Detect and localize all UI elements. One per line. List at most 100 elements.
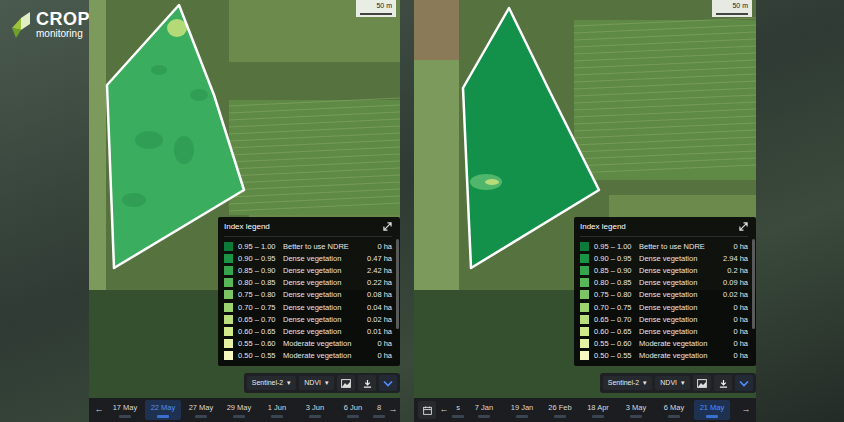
logo-subtitle: monitoring [36,29,90,39]
date-label: 18 Apr [587,402,609,413]
legend-row: 0.60 – 0.65Dense vegetation0.01 ha [224,325,392,337]
date-item[interactable]: 21 May [694,400,730,420]
legend-row: 0.55 – 0.60Moderate vegetation0 ha [224,338,392,350]
satellite-select-label: Sentinel-2 [608,379,640,387]
legend-label: Dense vegetation [283,314,355,325]
date-item[interactable]: 26 Feb [542,400,578,420]
date-label: 3 Jun [306,402,324,413]
logo-title: CROP [36,10,90,28]
prev-dates-button[interactable]: ← [438,403,450,417]
legend-range: 0.65 – 0.70 [238,314,278,325]
image-icon [697,379,707,388]
satellite-map[interactable]: 50 m Index legend0.95 – 1.00Better to use… [89,0,400,398]
legend-swatch [224,303,233,312]
legend-swatch [580,254,589,263]
expand-icon[interactable] [739,222,748,231]
legend-row: 0.70 – 0.75Dense vegetation0 ha [580,301,748,313]
prev-dates-button[interactable]: ← [93,403,105,417]
expand-icon[interactable] [383,222,392,231]
legend-area: 0.47 ha [360,253,392,264]
caret: ▾ [681,379,685,387]
legend-label: Dense vegetation [639,277,711,288]
date-item[interactable]: 8 [373,400,385,420]
legend-swatch [224,351,233,360]
download-icon [719,379,728,388]
scale-bar [360,13,392,15]
legend-range: 0.70 – 0.75 [594,302,634,313]
legend-scrollbar[interactable] [396,239,399,329]
date-item[interactable]: 6 Jun [335,400,371,420]
date-badge [554,415,566,418]
date-item[interactable]: 3 Jun [297,400,333,420]
map-toolbar: Sentinel-2▾NDVI▾ [244,373,400,393]
next-dates-button[interactable]: → [387,403,399,417]
date-badge [592,415,604,418]
legend-label: Dense vegetation [639,253,711,264]
legend-row: 0.50 – 0.55Moderate vegetation0 ha [580,350,748,362]
caret: ▾ [325,379,329,387]
date-item[interactable]: 3 May [618,400,654,420]
legend-label: Better to use NDRE [639,241,711,252]
map-toolbar: Sentinel-2▾NDVI▾ [600,373,756,393]
legend-label: Moderate vegetation [283,350,355,361]
date-badge [630,415,642,418]
collapse-button[interactable] [379,375,397,391]
legend-row: 0.85 – 0.90Dense vegetation0.2 ha [580,265,748,277]
legend-label: Dense vegetation [283,302,355,313]
date-label: 6 Jun [344,402,362,413]
date-badge [373,415,385,418]
legend-label: Moderate vegetation [639,338,711,349]
scale-label: 50 m [360,1,392,12]
date-item[interactable]: 18 Apr [580,400,616,420]
date-label: 17 May [113,402,138,413]
legend-swatch [224,254,233,263]
date-badge [668,415,680,418]
date-item[interactable]: 29 May [221,400,257,420]
legend-range: 0.70 – 0.75 [238,302,278,313]
next-dates-button[interactable]: → [740,403,752,417]
satellite-map[interactable]: 50 mIndex legend0.95 – 1.00Better to use… [414,0,756,398]
index-legend: Index legend0.95 – 1.00Better to use NDR… [218,217,400,366]
legend-label: Dense vegetation [283,277,355,288]
legend-area: 0 ha [360,338,392,349]
legend-label: Dense vegetation [639,314,711,325]
date-item[interactable]: 1 Jun [259,400,295,420]
app-logo[interactable]: CROPmonitoring [10,10,90,40]
date-badge [706,415,718,418]
satellite-select[interactable]: Sentinel-2▾ [247,376,297,390]
date-item[interactable]: 6 May [656,400,692,420]
legend-row: 0.75 – 0.80Dense vegetation0.02 ha [580,289,748,301]
download-button[interactable] [358,375,376,391]
date-item[interactable]: 19 Jan [504,400,540,420]
legend-range: 0.80 – 0.85 [594,277,634,288]
index-select[interactable]: NDVI▾ [299,376,334,390]
image-icon [341,379,351,388]
legend-header: Index legend [580,217,748,237]
download-button[interactable] [714,375,732,391]
image-layer-button[interactable] [337,375,355,391]
date-item[interactable]: 27 May [183,400,219,420]
calendar-button[interactable] [418,401,436,419]
image-layer-button[interactable] [693,375,711,391]
map-pane: 50 m Index legend0.95 – 1.00Better to use… [89,0,400,422]
legend-range: 0.90 – 0.95 [594,253,634,264]
stage: CROPmonitoring 50 m Index legend0.95 – 1.0… [0,0,844,422]
date-item[interactable]: 22 May [145,400,181,420]
legend-area: 0.08 ha [360,289,392,300]
date-item[interactable]: 7 Jan [466,400,502,420]
date-item[interactable]: 17 May [107,400,143,420]
legend-range: 0.85 – 0.90 [238,265,278,276]
legend-swatch [580,242,589,251]
legend-row: 0.60 – 0.65Dense vegetation0 ha [580,325,748,337]
legend-scrollbar[interactable] [752,239,755,329]
legend-label: Dense vegetation [639,326,711,337]
satellite-select[interactable]: Sentinel-2▾ [603,376,653,390]
collapse-button[interactable] [735,375,753,391]
legend-label: Moderate vegetation [639,350,711,361]
date-item[interactable]: s [452,400,464,420]
legend-row: 0.50 – 0.55Moderate vegetation0 ha [224,350,392,362]
date-badge [478,415,490,418]
legend-row: 0.80 – 0.85Dense vegetation0.09 ha [580,277,748,289]
index-select[interactable]: NDVI▾ [655,376,690,390]
legend-area: 0.02 ha [360,314,392,325]
